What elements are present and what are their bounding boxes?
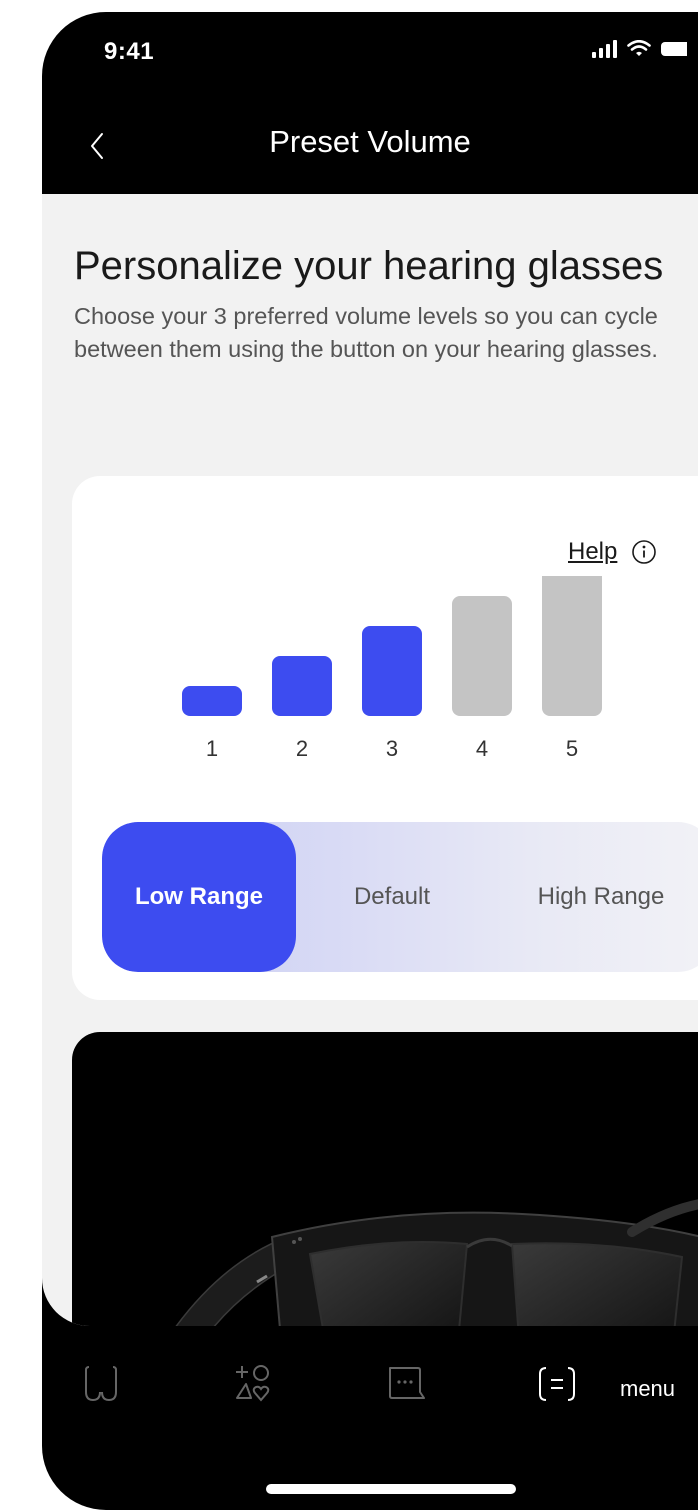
volume-bar-5[interactable]	[542, 576, 602, 716]
range-option-low[interactable]: Low Range	[102, 822, 296, 972]
content-area: Personalize your hearing glasses Choose …	[42, 194, 698, 1326]
volume-level-label: 2	[296, 736, 308, 761]
header: Preset Volume	[42, 112, 698, 192]
page-title: Preset Volume	[269, 124, 471, 159]
help-link[interactable]: Help	[568, 538, 657, 566]
volume-levels-chart: 1 2 3 4 5	[182, 576, 602, 761]
volume-card: Help 1 2 3 4 5 Low Range Default High Range	[72, 476, 698, 1000]
section-title: Personalize your hearing glasses	[74, 244, 664, 288]
health-icon	[236, 1365, 270, 1402]
range-option-label: Default	[353, 883, 431, 910]
range-option-high[interactable]: High Range	[488, 822, 698, 972]
phone-frame: 9:41 Preset Volume Personalize your hear…	[42, 12, 698, 1510]
page: 9:41 Preset Volume Personalize your hear…	[0, 0, 698, 1510]
nav-item-health[interactable]	[232, 1362, 274, 1411]
volume-bar-1[interactable]	[182, 686, 242, 716]
volume-bar-4[interactable]	[452, 596, 512, 716]
battery-icon	[661, 42, 687, 56]
nav-item-chat[interactable]	[384, 1362, 426, 1411]
nav-item-menu[interactable]	[536, 1362, 578, 1411]
volume-bar-2[interactable]	[272, 656, 332, 716]
volume-level-label: 5	[566, 736, 578, 761]
chat-icon	[389, 1367, 425, 1399]
home-indicator	[266, 1484, 516, 1494]
menu-icon	[539, 1367, 575, 1401]
signal-icon	[592, 40, 617, 58]
range-toggle: Low Range Default High Range	[102, 822, 698, 972]
section-description: Choose your 3 preferred volume levels so…	[74, 303, 658, 362]
status-time: 9:41	[104, 38, 155, 65]
wifi-icon	[627, 40, 651, 56]
glasses-illustration	[175, 1199, 698, 1326]
nav-label-menu: menu	[620, 1376, 676, 1401]
volume-bar-3[interactable]	[362, 626, 422, 716]
glasses-image	[72, 1032, 698, 1326]
volume-level-label: 4	[476, 736, 488, 761]
info-icon	[632, 540, 657, 564]
range-option-default[interactable]: Default	[296, 822, 488, 972]
help-label: Help	[568, 538, 618, 565]
volume-level-label: 3	[386, 736, 398, 761]
range-option-label: Low Range	[134, 883, 263, 910]
bottom-nav: menu	[42, 1352, 698, 1442]
range-option-label: High Range	[537, 883, 665, 910]
status-icons	[592, 40, 687, 58]
glasses-icon	[85, 1366, 117, 1402]
nav-item-glasses[interactable]	[80, 1362, 122, 1411]
volume-level-label: 1	[206, 736, 218, 761]
